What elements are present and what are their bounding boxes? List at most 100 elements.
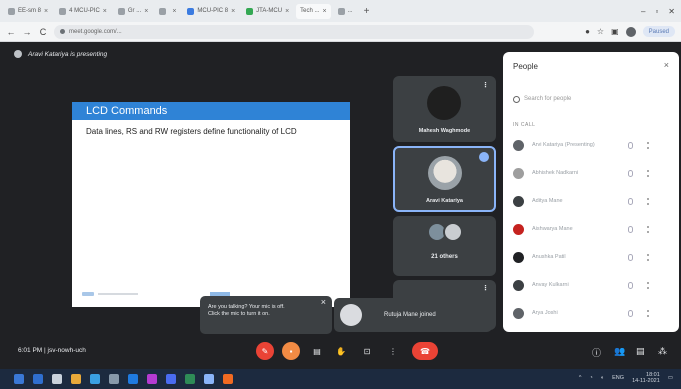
browser-tab[interactable]: ... <box>334 4 357 19</box>
more-options-icon[interactable] <box>647 225 649 233</box>
taskbar-app-icon[interactable] <box>166 374 176 384</box>
browser-tab[interactable]: MCU-PIC 8 × <box>183 4 239 19</box>
avatar <box>513 307 524 319</box>
others-tile[interactable]: 21 others <box>393 216 496 276</box>
browser-tab[interactable]: × <box>155 4 180 19</box>
browser-tab[interactable]: JTA-MCU × <box>242 4 293 19</box>
close-icon[interactable]: × <box>321 298 326 307</box>
more-options-icon[interactable] <box>647 197 649 205</box>
taskbar-app-icon[interactable] <box>128 374 138 384</box>
wifi-icon[interactable]: ◔ <box>589 375 592 381</box>
mic-toast-line1: Are you talking? Your mic is off. <box>208 304 285 310</box>
meeting-info-icon[interactable]: ⓘ <box>592 346 601 359</box>
list-item[interactable]: Aishwarya Mane <box>513 222 669 236</box>
more-options-icon[interactable]: ⋮ <box>482 284 489 292</box>
list-item[interactable]: Arvi Katariya (Presenting) <box>513 138 669 152</box>
tab-close-icon[interactable]: × <box>172 8 176 15</box>
taskbar-app-icon[interactable] <box>223 374 233 384</box>
profile-avatar[interactable] <box>625 26 636 37</box>
present-now-button[interactable]: ⊡ <box>358 342 376 360</box>
input-language[interactable]: ENG <box>612 375 624 381</box>
taskbar-app-icon[interactable] <box>33 374 43 384</box>
mic-toast-line2: Click the mic to turn it on. <box>208 311 270 317</box>
participant-tile-active[interactable]: Aravi Katariya <box>393 146 496 212</box>
mic-icon[interactable] <box>628 141 633 149</box>
tab-close-icon[interactable]: × <box>285 8 289 15</box>
tab-close-icon[interactable]: × <box>323 8 327 15</box>
mic-icon[interactable] <box>628 309 633 317</box>
more-options-icon[interactable] <box>647 309 649 317</box>
start-icon[interactable] <box>14 374 24 384</box>
system-clock[interactable]: 18:01 14-11-2021 <box>632 372 660 384</box>
chat-icon[interactable]: ▤ <box>636 346 645 357</box>
meeting-controls-bar: 6:01 PM | jsv-nowh-uch ✎ ▪ ▤ ✋ ⊡ ⋮ ☎ ⓘ 👥… <box>0 332 681 369</box>
taskbar-app-icon[interactable] <box>147 374 157 384</box>
mic-off-button[interactable]: ✎ <box>256 342 274 360</box>
tab-close-icon[interactable]: × <box>231 8 235 15</box>
url-field[interactable]: meet.google.com/... <box>54 24 534 39</box>
mic-icon[interactable] <box>628 225 633 233</box>
raise-hand-button[interactable]: ✋ <box>332 342 350 360</box>
new-tab-button[interactable]: + <box>360 6 374 17</box>
join-text: Rutuja Mane joined <box>384 312 436 318</box>
avatar-stack <box>425 222 465 246</box>
tab-close-icon[interactable]: × <box>44 8 48 15</box>
bookmark-star-icon[interactable]: ☆ <box>597 27 604 36</box>
close-icon[interactable]: × <box>664 60 669 70</box>
more-options-icon[interactable]: ⋮ <box>482 81 489 89</box>
list-item[interactable]: Anushka Patil <box>513 250 669 264</box>
notifications-icon[interactable]: ▭ <box>668 375 673 381</box>
slide-title: LCD Commands <box>72 102 350 120</box>
tab-close-icon[interactable]: × <box>103 8 107 15</box>
tray-chevron-icon[interactable]: ^ <box>579 375 582 381</box>
tab-favicon-icon <box>187 7 195 15</box>
lock-icon <box>60 29 65 34</box>
list-item[interactable]: Aditya Mane <box>513 194 669 208</box>
mic-icon[interactable] <box>628 169 633 177</box>
taskbar-app-icon[interactable] <box>90 374 100 384</box>
extensions-icon[interactable]: ▣ <box>611 27 619 36</box>
more-options-button[interactable]: ⋮ <box>384 342 402 360</box>
participant-name: Aravi Katariya <box>426 198 463 204</box>
mic-icon[interactable] <box>628 197 633 205</box>
more-options-icon[interactable] <box>647 253 649 261</box>
more-options-icon[interactable] <box>647 281 649 289</box>
volume-icon[interactable]: ◐ <box>601 375 604 381</box>
taskbar-app-icon[interactable] <box>71 374 81 384</box>
mic-icon[interactable] <box>628 253 633 261</box>
people-icon[interactable]: 👥 <box>614 346 625 357</box>
more-options-icon[interactable] <box>647 141 649 149</box>
close-window-icon[interactable]: ✕ <box>668 7 675 16</box>
activities-icon[interactable]: ⁂ <box>658 346 667 357</box>
tab-close-icon[interactable]: × <box>144 8 148 15</box>
browser-tab-active[interactable]: Tech ... × <box>296 3 331 19</box>
taskbar-app-icon[interactable] <box>204 374 214 384</box>
presenter-avatar <box>14 50 22 58</box>
maximize-icon[interactable]: ▫ <box>655 7 658 16</box>
camera-indicator-icon[interactable]: ● <box>585 27 590 36</box>
browser-tab[interactable]: Gr ... × <box>114 4 152 19</box>
taskbar-app-icon[interactable] <box>185 374 195 384</box>
browser-tab[interactable]: 4 MCU-PIC × <box>55 4 111 19</box>
leave-call-button[interactable]: ☎ <box>412 342 438 360</box>
tab-favicon-icon <box>117 7 125 15</box>
meeting-time: 6:01 PM <box>18 347 43 354</box>
list-item[interactable]: Anvay Kulkarni <box>513 278 669 292</box>
captions-button[interactable]: ▤ <box>308 342 326 360</box>
browser-tab[interactable]: EE-sm 8 × <box>4 4 52 19</box>
more-options-icon[interactable] <box>647 169 649 177</box>
camera-off-button[interactable]: ▪ <box>282 342 300 360</box>
minimize-icon[interactable]: – <box>641 7 645 16</box>
forward-icon[interactable]: → <box>22 27 32 37</box>
taskbar-app-icon[interactable] <box>52 374 62 384</box>
list-item[interactable]: Abhishek Nadkarni <box>513 166 669 180</box>
participant-tile[interactable]: ⋮ Mahesh Waghmode <box>393 76 496 142</box>
back-icon[interactable]: ← <box>6 27 16 37</box>
people-search-input[interactable]: Search for people <box>513 92 669 106</box>
taskbar-app-icon[interactable] <box>109 374 119 384</box>
participant-name: Aditya Mane <box>532 198 563 204</box>
list-item[interactable]: Arya Joshi <box>513 306 669 320</box>
paused-badge[interactable]: Paused <box>642 26 675 37</box>
mic-icon[interactable] <box>628 281 633 289</box>
reload-icon[interactable]: C <box>38 27 48 37</box>
